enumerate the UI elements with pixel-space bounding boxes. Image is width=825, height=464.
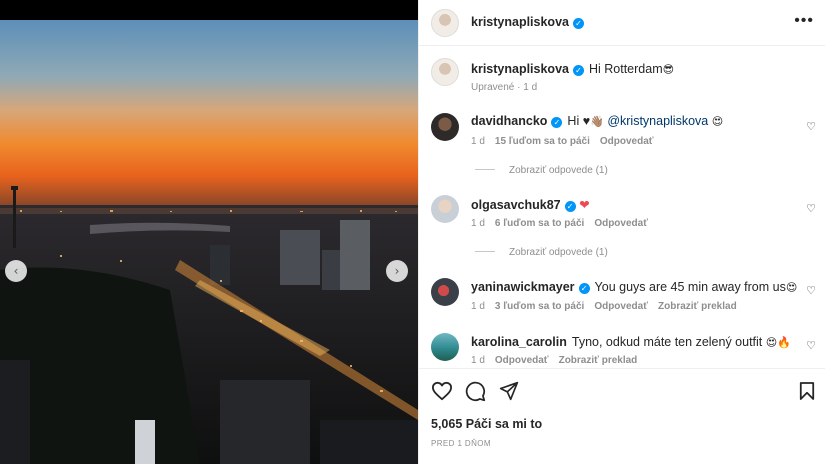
share-icon[interactable] bbox=[499, 381, 519, 406]
likes-count[interactable]: 5,065 Páči sa mi to bbox=[431, 417, 542, 431]
comment-like-heart-icon[interactable]: ♡ bbox=[806, 339, 816, 352]
comment-emoji-suffix: 😍 bbox=[711, 115, 724, 128]
author-username[interactable]: kristynapliskova ✓ bbox=[471, 15, 584, 29]
comment-avatar[interactable] bbox=[431, 278, 459, 306]
reply-button[interactable]: Odpovedať bbox=[495, 355, 549, 366]
comment-username[interactable]: olgasavchuk87 bbox=[471, 198, 561, 212]
comment-text: Tyno, odkud máte ten zelený outfit bbox=[571, 335, 763, 349]
caption-avatar[interactable] bbox=[431, 58, 459, 86]
chevron-right-icon: › bbox=[394, 264, 400, 278]
translate-button[interactable]: Zobraziť preklad bbox=[559, 355, 638, 366]
replies-divider bbox=[475, 169, 495, 170]
carousel-next-button[interactable]: › bbox=[386, 260, 408, 282]
comment-age: 1 d bbox=[471, 136, 485, 147]
verified-badge-icon: ✓ bbox=[551, 117, 563, 128]
comment-age: 1 d bbox=[471, 218, 485, 229]
comment-item: yaninawickmayer ✓ You guys are 45 min away… bbox=[471, 280, 797, 294]
comment-username[interactable]: yaninawickmayer bbox=[471, 280, 575, 294]
rotterdam-sunset-image bbox=[0, 20, 418, 464]
comment-likes[interactable]: 6 ľuďom sa to páči bbox=[495, 218, 584, 229]
comment-item: olgasavchuk87 ✓ ❤ bbox=[471, 197, 590, 212]
caption-emoji: 😎 bbox=[662, 63, 675, 76]
verified-badge-icon: ✓ bbox=[564, 201, 576, 212]
caption-username[interactable]: kristynapliskova bbox=[471, 62, 569, 76]
comment-meta: 1 d 6 ľuďom sa to páči Odpovedať bbox=[471, 218, 648, 229]
caption-meta: Upravené · 1 d bbox=[471, 82, 538, 93]
replies-divider bbox=[475, 251, 495, 252]
comment-emoji: 😍🔥 bbox=[765, 336, 791, 349]
post-side-panel: kristynapliskova ✓ ••• kristynapliskova ✓ H… bbox=[418, 0, 825, 464]
comment-item: davidhancko ✓ Hi ♥👋🏽 @kristynapliskova 😍 bbox=[471, 114, 723, 128]
comment-icon[interactable] bbox=[465, 381, 486, 407]
comment-age: 1 d bbox=[471, 301, 485, 312]
comment-likes[interactable]: 3 ľuďom sa to páči bbox=[495, 301, 584, 312]
post-actions: 5,065 Páči sa mi to PRED 1 DŇOM bbox=[419, 368, 825, 464]
verified-badge-icon: ✓ bbox=[578, 283, 590, 294]
view-replies-label: Zobraziť odpovede (1) bbox=[509, 165, 608, 176]
comment-avatar[interactable] bbox=[431, 195, 459, 223]
reply-button[interactable]: Odpovedať bbox=[600, 136, 654, 147]
carousel-prev-button[interactable]: ‹ bbox=[5, 260, 27, 282]
translate-button[interactable]: Zobraziť preklad bbox=[658, 301, 737, 312]
comment-meta: 1 d 3 ľuďom sa to páči Odpovedať Zobraziť p… bbox=[471, 301, 737, 312]
comment-avatar[interactable] bbox=[431, 333, 459, 361]
caption: kristynapliskova ✓ Hi Rotterdam😎 bbox=[471, 62, 674, 76]
view-replies-button[interactable]: Zobraziť odpovede (1) bbox=[475, 165, 608, 176]
edited-label: Upravené bbox=[471, 82, 515, 93]
comment-text: You guys are 45 min away from us bbox=[594, 280, 786, 294]
post-header: kristynapliskova ✓ ••• bbox=[419, 0, 825, 46]
comment-like-heart-icon[interactable]: ♡ bbox=[806, 120, 816, 133]
comment-text: Hi ♥ bbox=[567, 114, 591, 128]
comment-like-heart-icon[interactable]: ♡ bbox=[806, 202, 816, 215]
reply-button[interactable]: Odpovedať bbox=[594, 218, 648, 229]
comment-mention[interactable]: @kristynapliskova bbox=[607, 114, 708, 128]
comment-avatar[interactable] bbox=[431, 113, 459, 141]
view-replies-label: Zobraziť odpovede (1) bbox=[509, 247, 608, 258]
comment-age: 1 d bbox=[471, 355, 485, 366]
caption-age: 1 d bbox=[523, 82, 538, 93]
comment-emoji: 😍 bbox=[785, 281, 798, 294]
heart-icon[interactable] bbox=[431, 381, 453, 406]
view-replies-button[interactable]: Zobraziť odpovede (1) bbox=[475, 247, 608, 258]
comment-meta: 1 d 15 ľuďom sa to páči Odpovedať bbox=[471, 136, 654, 147]
verified-badge-icon: ✓ bbox=[572, 65, 584, 76]
more-options-icon[interactable]: ••• bbox=[794, 12, 814, 30]
comment-item: karolina_carolin Tyno, odkud máte ten zel… bbox=[471, 335, 791, 349]
caption-text: Hi Rotterdam bbox=[588, 62, 663, 76]
post-photo[interactable]: ‹ › bbox=[0, 20, 418, 464]
comment-username[interactable]: davidhancko bbox=[471, 114, 547, 128]
comment-like-heart-icon[interactable]: ♡ bbox=[806, 284, 816, 297]
author-avatar[interactable] bbox=[431, 9, 459, 37]
comment-text: ❤ bbox=[579, 197, 590, 212]
comment-username[interactable]: karolina_carolin bbox=[471, 335, 567, 349]
bookmark-icon[interactable] bbox=[799, 381, 815, 406]
comment-meta: 1 d Odpovedať Zobraziť preklad bbox=[471, 355, 637, 366]
chevron-left-icon: ‹ bbox=[13, 264, 19, 278]
comment-emoji: 👋🏽 bbox=[590, 115, 604, 128]
comment-likes[interactable]: 15 ľuďom sa to páči bbox=[495, 136, 590, 147]
author-username-text[interactable]: kristynapliskova bbox=[471, 15, 569, 29]
top-black-bar bbox=[0, 0, 418, 20]
post-date: PRED 1 DŇOM bbox=[431, 439, 491, 448]
verified-badge-icon: ✓ bbox=[572, 18, 584, 29]
reply-button[interactable]: Odpovedať bbox=[594, 301, 648, 312]
